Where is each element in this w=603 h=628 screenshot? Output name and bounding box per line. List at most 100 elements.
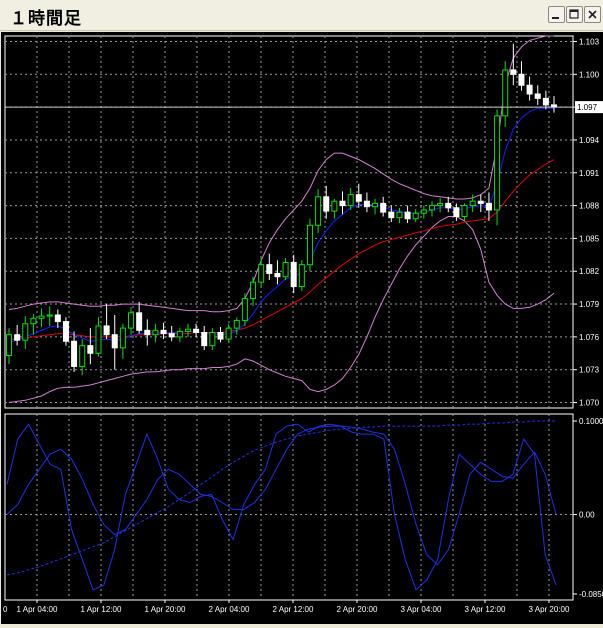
oscillator-frame <box>4 413 574 601</box>
candle-body <box>542 97 549 106</box>
candle-body <box>380 202 387 213</box>
candle-body <box>388 211 395 219</box>
oscillator-axis: 0.1000 0.00 -0.0850 <box>573 417 603 599</box>
candle-body <box>87 345 94 354</box>
candles <box>6 43 557 376</box>
candle-body <box>502 69 509 117</box>
candle-body <box>217 332 224 340</box>
chart-canvas[interactable]: 1.103 1.100 1.097 1.094 1.091 1.088 1.085 1.082… <box>1 32 603 624</box>
candle-body <box>494 115 501 211</box>
candle-body <box>111 334 118 349</box>
candle-body <box>201 332 208 347</box>
candle-body <box>14 334 21 341</box>
candle-body <box>144 329 151 336</box>
candle-body <box>79 345 86 367</box>
time-label: 1 Apr 04:00 <box>17 605 58 614</box>
price-tick-label: 1.094 <box>579 136 600 145</box>
oscillator-lines <box>6 420 557 591</box>
price-tick-label: 1.079 <box>579 300 600 309</box>
candle-body <box>119 327 126 349</box>
moving-averages <box>8 107 555 343</box>
oscillator-grid <box>4 413 574 601</box>
time-label: 1 Apr 20:00 <box>145 605 186 614</box>
price-tick-label: 1.091 <box>579 169 600 178</box>
candle-body <box>363 200 370 208</box>
minimize-button[interactable] <box>548 6 565 23</box>
candle-body <box>274 272 281 278</box>
maximize-button[interactable] <box>566 6 583 23</box>
candle-body <box>95 325 102 354</box>
candle-body <box>241 298 248 321</box>
candle-body <box>128 312 135 329</box>
candle-body <box>428 205 435 211</box>
candle-body <box>477 200 484 204</box>
time-label: 3 Apr 12:00 <box>465 605 506 614</box>
candle-body <box>518 73 525 86</box>
fast-ma-line <box>8 107 554 343</box>
price-tick-label: 1.082 <box>579 267 600 276</box>
time-label: 2 Apr 20:00 <box>337 605 378 614</box>
time-label: 2 Apr 04:00 <box>209 605 250 614</box>
price-axis: 1.103 1.100 1.097 1.094 1.091 1.088 1.085 1.082… <box>5 37 603 408</box>
candle-body <box>396 211 403 219</box>
osc-tick-label: -0.0850 <box>579 590 603 599</box>
candle-body <box>168 333 175 338</box>
candle-body <box>420 209 427 214</box>
price-tick-label: 1.085 <box>579 234 600 243</box>
candle-body <box>176 330 183 338</box>
candle-body <box>6 334 12 356</box>
candle-body <box>306 224 313 266</box>
candle-body <box>136 312 143 331</box>
close-button[interactable] <box>584 6 601 23</box>
candle-body <box>250 281 257 300</box>
candle-body <box>71 340 78 367</box>
osc-tick-label: 0.00 <box>579 511 595 520</box>
candle-body <box>404 211 411 220</box>
candle-body <box>298 264 305 288</box>
candle-body <box>193 328 200 334</box>
candle-body <box>266 264 273 274</box>
oscillator-series-1 <box>6 423 557 591</box>
candle-body <box>339 200 346 207</box>
candle-body <box>347 194 354 207</box>
candle-body <box>534 93 541 99</box>
title-bar[interactable]: １時間足 <box>0 0 603 31</box>
candle-body <box>152 329 159 336</box>
candle-body <box>22 323 29 341</box>
candle-body <box>54 314 61 323</box>
candle-body <box>103 325 110 336</box>
chart-window: １時間足 1.103 1.100 1.097 1.094 1.091 1.088 1.085… <box>0 0 603 624</box>
candle-body <box>315 196 322 226</box>
slow-ma-line <box>9 159 555 340</box>
candle-body <box>233 319 240 329</box>
candle-body <box>453 207 460 218</box>
candle-body <box>160 329 167 335</box>
price-tick-label: 1.103 <box>579 37 600 46</box>
candle-body <box>258 264 265 283</box>
price-tick-label: 1.070 <box>579 399 600 408</box>
candle-body <box>38 315 45 319</box>
candle-body <box>372 202 379 208</box>
time-label: 2 Apr 12:00 <box>273 605 314 614</box>
price-tick-label: 1.088 <box>579 202 600 211</box>
chart-area[interactable]: 1.103 1.100 1.097 1.094 1.091 1.088 1.085 1.082… <box>1 32 603 624</box>
oscillator-series-2 <box>6 425 557 566</box>
price-tick-label: 1.076 <box>579 333 600 342</box>
candle-body <box>290 261 297 288</box>
candle-body <box>282 261 289 278</box>
minimize-icon <box>552 17 559 19</box>
candle-body <box>30 317 37 325</box>
candle-body <box>62 321 69 342</box>
candle-body <box>184 328 191 332</box>
candle-body <box>355 194 362 202</box>
candle-body <box>225 327 232 340</box>
oscillator-series-3 <box>6 420 556 576</box>
candle-body <box>469 200 476 207</box>
candle-body <box>437 202 444 207</box>
candle-body <box>461 205 468 218</box>
candle-body <box>46 314 53 317</box>
close-icon <box>588 10 597 19</box>
candle-body <box>445 202 452 209</box>
time-label: 1 Apr 12:00 <box>81 605 122 614</box>
price-tick-label: 1.100 <box>579 70 600 79</box>
